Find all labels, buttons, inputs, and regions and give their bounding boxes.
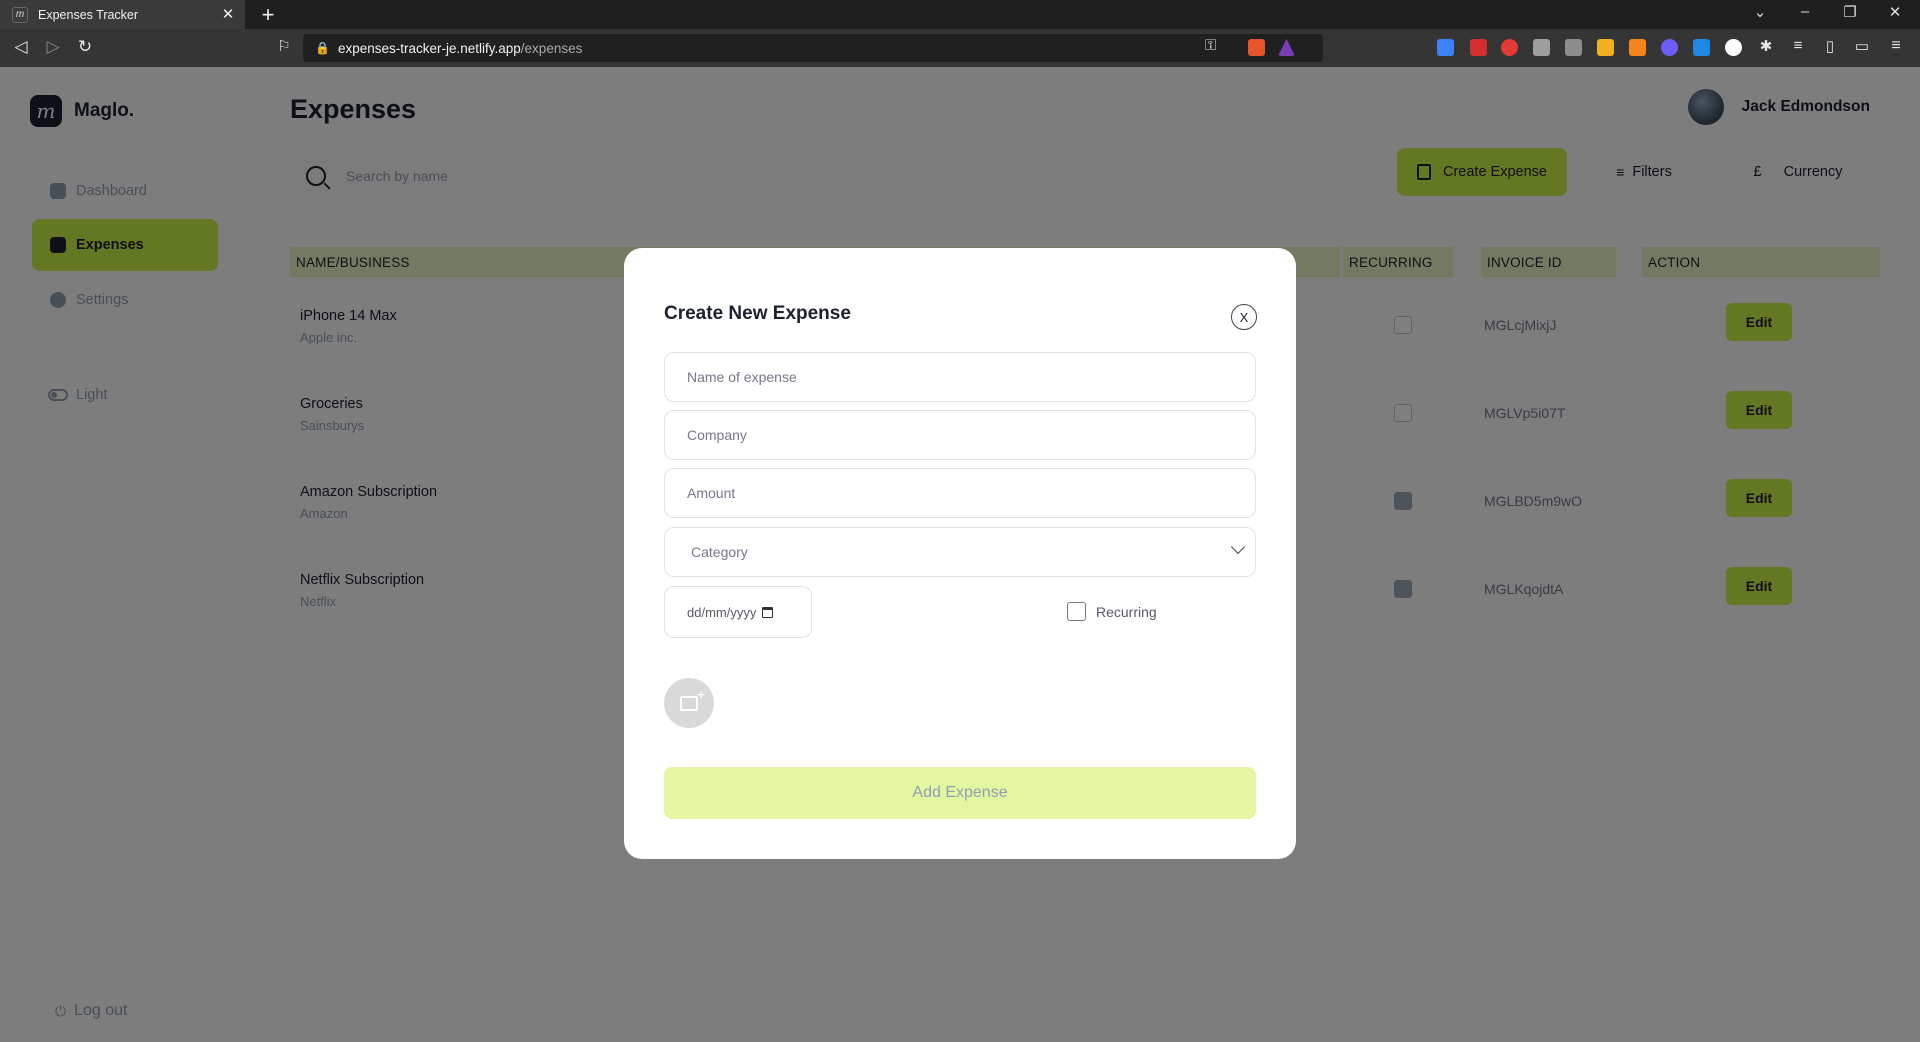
chevron-down-icon (1230, 539, 1246, 555)
create-expense-modal: Create New Expense X Name of expense Com… (624, 248, 1296, 859)
forward-icon[interactable]: ▷ (42, 37, 64, 57)
browser-tab-bar: m Expenses Tracker ✕ + ⌄ – ❐ ✕ (0, 0, 1920, 29)
tab-favicon-icon: m (12, 6, 28, 23)
extension-icon[interactable] (1661, 39, 1678, 56)
extension-icon[interactable] (1597, 39, 1614, 56)
extension-icon[interactable] (1533, 39, 1550, 56)
address-bar[interactable]: 🔒 expenses-tracker-je.netlify.app /expen… (303, 34, 1323, 62)
modal-title: Create New Expense (664, 303, 851, 324)
extension-icon[interactable] (1565, 39, 1582, 56)
category-placeholder: Category (691, 544, 748, 560)
image-upload-button[interactable] (664, 678, 714, 728)
new-tab-icon[interactable]: + (257, 2, 279, 28)
minimize-icon[interactable]: – (1785, 3, 1825, 20)
recurring-label: Recurring (1096, 603, 1157, 620)
brave-rewards-icon[interactable] (1278, 39, 1295, 56)
brave-shield-icon[interactable] (1248, 39, 1265, 56)
tab-list-chevron-icon[interactable]: ⌄ (1740, 3, 1780, 21)
extension-icon[interactable] (1693, 39, 1710, 56)
metamask-icon[interactable] (1629, 39, 1646, 56)
tab-title: Expenses Tracker (38, 7, 139, 22)
url-path: /expenses (520, 40, 583, 56)
reload-icon[interactable]: ↻ (74, 37, 96, 57)
bookmark-icon[interactable]: ⚐ (273, 37, 295, 55)
sidebar-toggle-icon[interactable]: ▯ (1819, 37, 1841, 55)
tab-close-icon[interactable]: ✕ (219, 5, 237, 23)
back-icon[interactable]: ◁ (10, 37, 32, 57)
restore-icon[interactable]: ❐ (1830, 3, 1870, 21)
add-image-icon (680, 687, 705, 711)
wallet-icon[interactable]: ▭ (1851, 37, 1873, 55)
recurring-checkbox[interactable] (1067, 602, 1086, 621)
close-window-icon[interactable]: ✕ (1875, 3, 1915, 21)
close-button[interactable]: X (1231, 304, 1257, 330)
puzzle-icon[interactable]: ✱ (1755, 37, 1777, 55)
extension-icon[interactable] (1725, 39, 1742, 56)
browser-toolbar: ◁ ▷ ↻ ⚐ 🔒 expenses-tracker-je.netlify.ap… (0, 29, 1920, 67)
recurring-option[interactable]: Recurring (1067, 602, 1157, 621)
extension-icon[interactable] (1501, 39, 1518, 56)
lock-icon: 🔒 (315, 41, 330, 55)
translate-extension-icon[interactable] (1437, 39, 1454, 56)
calendar-icon[interactable] (762, 606, 774, 618)
pdf-extension-icon[interactable] (1470, 39, 1487, 56)
key-icon[interactable]: ⚿ (1205, 37, 1216, 54)
menu-icon[interactable]: ≡ (1885, 37, 1907, 55)
category-select[interactable]: Category (664, 527, 1256, 577)
amount-field[interactable]: Amount (664, 468, 1256, 518)
company-field[interactable]: Company (664, 410, 1256, 460)
date-field[interactable]: dd/mm/yyyy (664, 586, 812, 638)
browser-tab[interactable]: m Expenses Tracker ✕ (0, 0, 245, 29)
playlist-icon[interactable]: ≡ (1787, 37, 1809, 54)
add-expense-button[interactable]: Add Expense (664, 767, 1256, 819)
url-host: expenses-tracker-je.netlify.app (337, 40, 521, 56)
date-placeholder: dd/mm/yyyy (687, 604, 757, 620)
expense-name-field[interactable]: Name of expense (664, 352, 1256, 402)
